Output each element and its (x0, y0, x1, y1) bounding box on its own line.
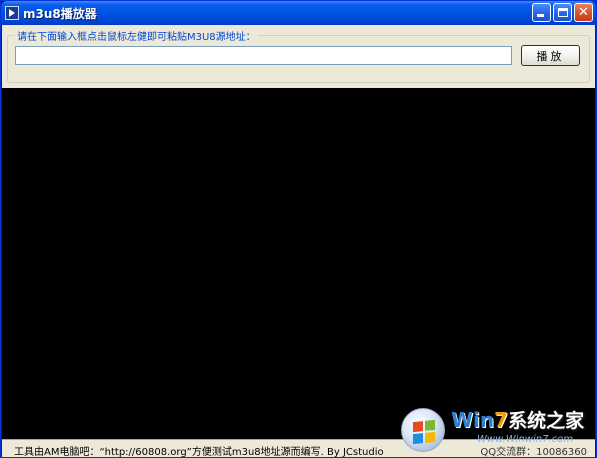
title-bar[interactable]: m3u8播放器 ✕ (1, 1, 596, 25)
play-button[interactable]: 播放 (521, 45, 580, 66)
url-groupbox: 请在下面输入框点击鼠标左健即可粘贴M3U8源地址： 播放 (7, 28, 590, 83)
url-input[interactable] (15, 46, 512, 65)
watermark-brand-seven: 7 (494, 408, 509, 432)
close-button[interactable]: ✕ (574, 3, 593, 22)
site-watermark: Win7系统之家 Www.Winwin7.com (401, 404, 596, 456)
window-title: m3u8播放器 (23, 6, 97, 21)
control-panel: 请在下面输入框点击鼠标左健即可粘贴M3U8源地址： 播放 (2, 25, 595, 88)
watermark-url: Www.Winwin7.com (477, 434, 573, 445)
player-app-icon[interactable] (5, 6, 19, 20)
url-group-legend: 请在下面输入框点击鼠标左健即可粘贴M3U8源地址： (15, 28, 258, 43)
watermark-brand-prefix: Win (451, 408, 495, 432)
windows-logo-icon (401, 408, 445, 452)
minimize-icon (537, 14, 544, 17)
video-display-area[interactable] (2, 88, 595, 439)
status-credit-text: 工具由AM电脑吧：“http://60808.org”方便测试m3u8地址源而编… (14, 447, 384, 458)
maximize-button[interactable] (553, 3, 572, 22)
maximize-icon (558, 8, 568, 17)
watermark-brand-suffix: 系统之家 (508, 410, 585, 432)
caption-buttons: ✕ (532, 3, 593, 22)
watermark-brand: Win7系统之家 (451, 406, 584, 433)
app-window: m3u8播放器 ✕ 请在下面输入框点击鼠标左健即可粘贴M3U8源地址： 播放 工… (0, 0, 597, 458)
windows-flag-icon (413, 419, 435, 445)
minimize-button[interactable] (532, 3, 551, 22)
close-icon: ✕ (578, 5, 589, 20)
